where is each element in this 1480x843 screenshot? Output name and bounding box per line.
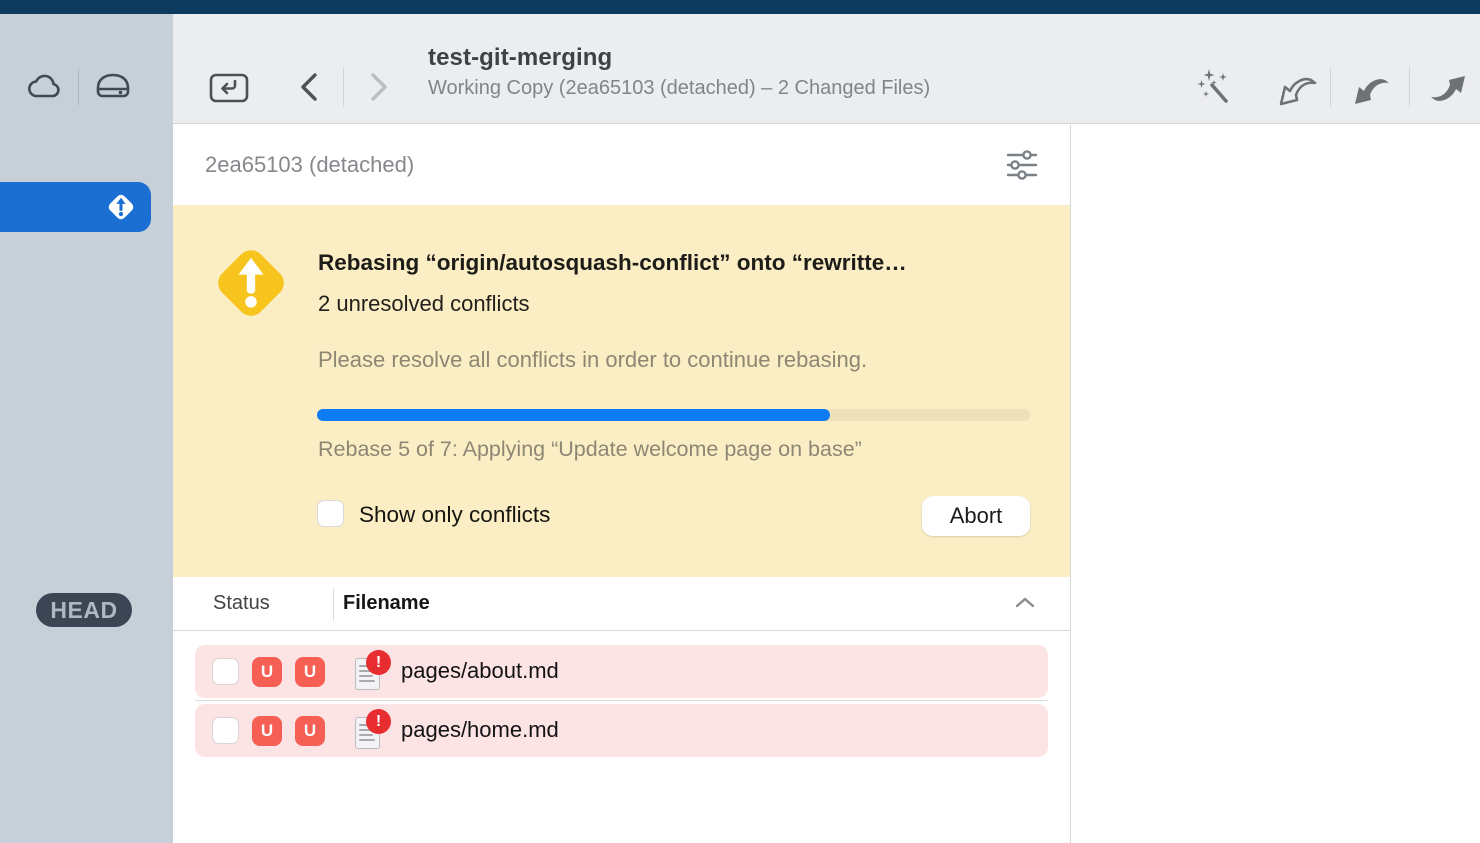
show-only-conflicts-checkbox[interactable] <box>317 500 344 527</box>
document-conflict-icon: ! <box>355 654 397 694</box>
page-title: test-git-merging <box>428 44 1148 72</box>
table-row[interactable]: U U ! pages/about.md <box>195 645 1048 698</box>
pull-icon[interactable] <box>1350 70 1394 115</box>
resolve-instruction: Please resolve all conflicts in order to… <box>318 347 867 373</box>
repo-sidebar: HEAD <box>0 14 173 843</box>
status-badge: U <box>252 657 282 687</box>
system-status-bar <box>0 0 1480 14</box>
table-row[interactable]: U U ! pages/home.md <box>195 704 1048 757</box>
status-badge: U <box>252 716 282 746</box>
rebase-warning-panel: Rebasing “origin/autosquash-conflict” on… <box>173 205 1070 577</box>
wand-icon[interactable] <box>1197 68 1239 115</box>
sidebar-item-repo-selected[interactable] <box>0 182 151 232</box>
file-checkbox[interactable] <box>212 658 239 685</box>
working-copy-app: HEAD test-git-merging Working Copy (2ea6… <box>0 0 1480 843</box>
commit-bar: 2ea65103 (detached) <box>173 125 1070 205</box>
toolbar-divider <box>343 67 344 107</box>
toolbar-divider <box>1330 67 1331 107</box>
drive-icon[interactable] <box>92 67 134 112</box>
page-subtitle: Working Copy (2ea65103 (detached) – 2 Ch… <box>428 77 1148 100</box>
rebase-title: Rebasing “origin/autosquash-conflict” on… <box>318 250 1048 276</box>
filename: pages/home.md <box>401 717 559 743</box>
show-only-conflicts-label: Show only conflicts <box>359 502 550 528</box>
filename: pages/about.md <box>401 658 559 684</box>
forward-icon[interactable] <box>364 69 392 110</box>
conflict-alert-icon: ! <box>366 650 391 675</box>
status-badge: U <box>295 716 325 746</box>
detail-panel <box>1071 125 1480 843</box>
toolbar-divider <box>1409 67 1410 107</box>
push-icon[interactable] <box>1426 70 1470 115</box>
status-badge: U <box>295 657 325 687</box>
cloud-icon[interactable] <box>24 67 66 112</box>
toolbar: test-git-merging Working Copy (2ea65103 … <box>173 14 1480 124</box>
rebase-progress-track <box>317 409 1030 421</box>
status-column-header: Status <box>213 592 270 615</box>
head-badge: HEAD <box>36 593 132 627</box>
back-icon[interactable] <box>296 69 324 110</box>
document-conflict-icon: ! <box>355 713 397 753</box>
rebase-status-icon <box>104 190 138 224</box>
filename-column-header: Filename <box>343 592 430 615</box>
row-divider <box>195 700 1048 701</box>
pull-outline-icon[interactable] <box>1276 70 1320 115</box>
collapse-chevron-icon[interactable] <box>1014 595 1036 616</box>
column-divider <box>333 588 334 621</box>
sidebar-icon-divider <box>78 69 79 105</box>
rebase-progress-label: Rebase 5 of 7: Applying “Update welcome … <box>318 437 862 462</box>
abort-button[interactable]: Abort <box>922 496 1030 536</box>
toolbar-titles: test-git-merging Working Copy (2ea65103 … <box>428 44 1148 100</box>
conflict-alert-icon: ! <box>366 709 391 734</box>
commit-label: 2ea65103 (detached) <box>205 152 414 178</box>
rebase-progress-fill <box>317 409 830 421</box>
filter-sliders-icon[interactable] <box>1004 147 1040 188</box>
unresolved-conflicts-count: 2 unresolved conflicts <box>318 291 530 317</box>
open-repo-folder-icon[interactable] <box>208 67 250 112</box>
file-checkbox[interactable] <box>212 717 239 744</box>
file-table-header: Status Filename <box>173 577 1070 631</box>
rebase-warning-icon <box>205 237 297 329</box>
